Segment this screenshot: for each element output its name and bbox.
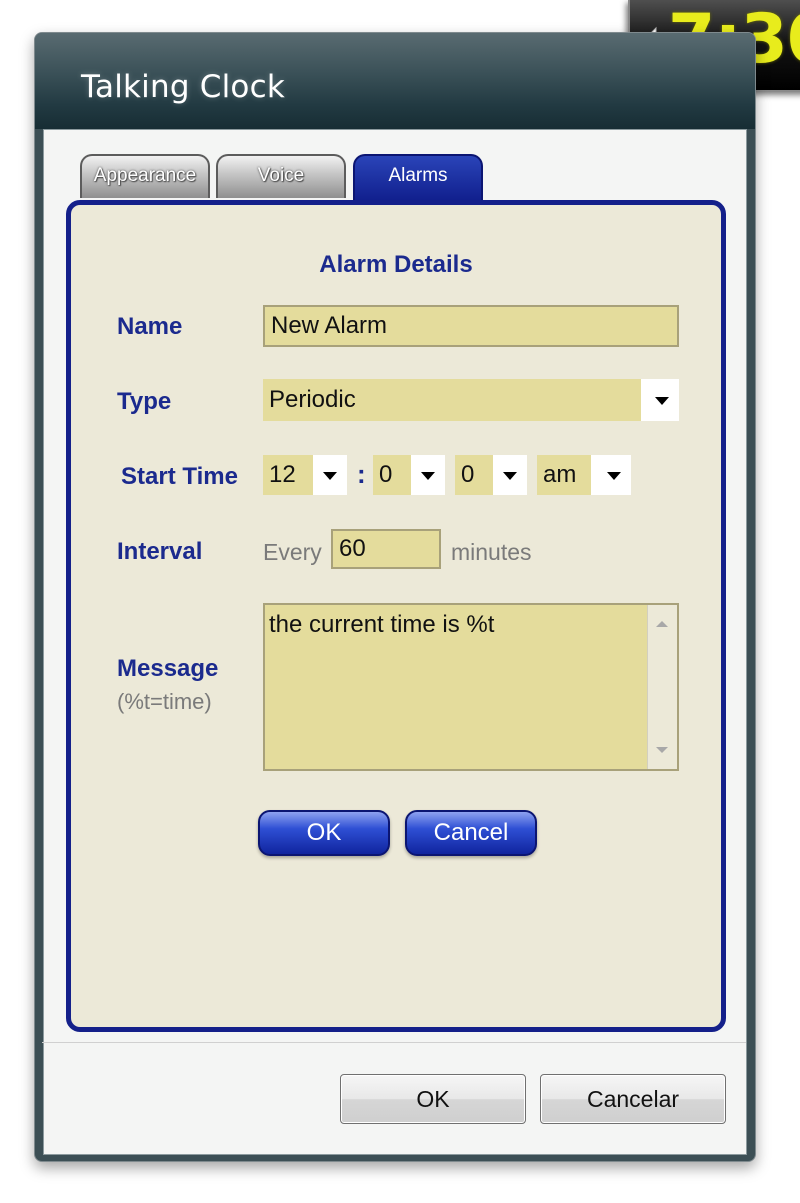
chevron-down-icon bbox=[655, 397, 669, 405]
tab-appearance[interactable]: Appearance bbox=[80, 154, 210, 198]
message-text: the current time is %t bbox=[269, 611, 495, 638]
minute-select-value: 0 bbox=[373, 455, 411, 495]
hour-select-value: 12 bbox=[263, 455, 313, 495]
type-label: Type bbox=[117, 388, 172, 415]
dialog-cancel-button[interactable]: Cancelar bbox=[540, 1074, 726, 1124]
hour-select[interactable]: 12 bbox=[263, 455, 347, 495]
alarm-cancel-button[interactable]: Cancel bbox=[405, 810, 537, 856]
message-scrollbar[interactable] bbox=[647, 605, 677, 769]
message-textarea[interactable]: the current time is %t bbox=[263, 603, 679, 771]
chevron-down-icon bbox=[323, 472, 337, 480]
interval-suffix: minutes bbox=[451, 539, 532, 565]
chevron-down-icon bbox=[421, 472, 435, 480]
start-time-label: Start Time bbox=[121, 463, 238, 490]
name-label: Name bbox=[117, 313, 183, 340]
message-label: Message bbox=[117, 655, 219, 682]
second-select[interactable]: 0 bbox=[455, 455, 527, 495]
message-hint: (%t=time) bbox=[117, 689, 212, 714]
minute-select[interactable]: 0 bbox=[373, 455, 445, 495]
scroll-down-arrow-icon[interactable] bbox=[656, 747, 668, 753]
section-title: Alarm Details bbox=[319, 251, 473, 278]
alarm-details-panel: Alarm Details Name New Alarm Type Period… bbox=[66, 200, 726, 1032]
second-select-value: 0 bbox=[455, 455, 493, 495]
dialog-ok-button[interactable]: OK bbox=[340, 1074, 526, 1124]
tab-alarms[interactable]: Alarms bbox=[353, 154, 483, 202]
type-select-value: Periodic bbox=[263, 379, 641, 421]
alarm-ok-button[interactable]: OK bbox=[258, 810, 390, 856]
type-select[interactable]: Periodic bbox=[263, 379, 679, 421]
tab-voice[interactable]: Voice bbox=[216, 154, 346, 198]
interval-input[interactable]: 60 bbox=[331, 529, 441, 569]
scroll-up-arrow-icon[interactable] bbox=[656, 621, 668, 627]
footer-divider bbox=[42, 1042, 746, 1043]
ampm-select-value: am bbox=[537, 455, 591, 495]
time-separator: : bbox=[357, 459, 366, 489]
ampm-select[interactable]: am bbox=[537, 455, 631, 495]
chevron-down-icon bbox=[607, 472, 621, 480]
window-title: Talking Clock bbox=[81, 69, 285, 105]
title-bar[interactable]: Talking Clock bbox=[35, 33, 755, 129]
interval-label: Interval bbox=[117, 538, 203, 565]
interval-prefix: Every bbox=[263, 539, 322, 565]
name-input[interactable]: New Alarm bbox=[263, 305, 679, 347]
chevron-down-icon bbox=[503, 472, 517, 480]
